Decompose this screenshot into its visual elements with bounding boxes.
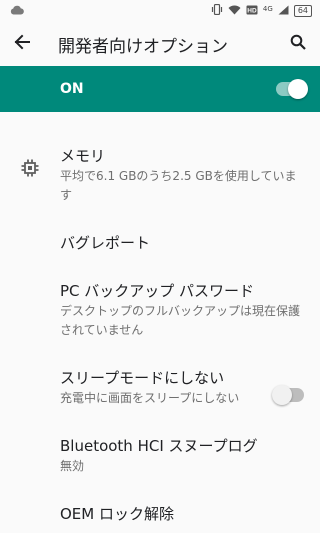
memory-chip-icon xyxy=(20,158,40,182)
battery-icon: 64 xyxy=(293,5,312,17)
setting-stay-awake[interactable]: スリープモードにしない 充電中に画面をスリープにしない xyxy=(0,354,320,422)
wifi-icon xyxy=(228,5,241,18)
svg-text:HD: HD xyxy=(247,7,257,14)
back-button[interactable] xyxy=(8,30,36,58)
setting-summary: 充電中に画面をスリープにしない xyxy=(60,391,240,405)
settings-list: メモリ 平均で6.1 GBのうち2.5 GBを使用しています バグレポート PC… xyxy=(0,112,320,533)
developer-options-master-switch[interactable]: ON xyxy=(0,66,320,112)
setting-memory[interactable]: メモリ 平均で6.1 GBのうち2.5 GBを使用しています xyxy=(0,132,320,219)
toggle-thumb xyxy=(272,385,292,405)
stay-awake-toggle[interactable] xyxy=(272,385,304,405)
signal-icon xyxy=(278,5,289,18)
vibrate-icon xyxy=(211,3,223,18)
setting-title: メモリ xyxy=(60,147,106,165)
setting-title: スリープモードにしない xyxy=(60,369,225,387)
hd-icon: HD xyxy=(246,5,258,18)
arrow-back-icon xyxy=(14,34,30,54)
setting-backup-password[interactable]: PC バックアップ パスワード デスクトップのフルバックアップは現在保護されてい… xyxy=(0,267,320,354)
search-icon xyxy=(290,34,306,54)
cloud-icon xyxy=(10,5,24,18)
page-title: 開発者向けオプション xyxy=(58,36,228,57)
setting-summary: 無効 xyxy=(60,459,85,473)
setting-summary: 平均で6.1 GBのうち2.5 GBを使用しています xyxy=(60,169,297,202)
setting-title: Bluetooth HCI スヌープログ xyxy=(60,437,258,455)
setting-oem-unlock[interactable]: OEM ロック解除 xyxy=(0,490,320,533)
app-bar: 開発者向けオプション xyxy=(0,22,320,66)
setting-title: PC バックアップ パスワード xyxy=(60,282,255,300)
master-switch-label: ON xyxy=(60,81,84,97)
setting-title: バグレポート xyxy=(60,234,151,252)
status-bar: HD 4G 64 xyxy=(0,0,320,22)
master-toggle[interactable] xyxy=(276,79,308,99)
setting-summary: デスクトップのフルバックアップは現在保護されていません xyxy=(60,304,301,337)
toggle-thumb xyxy=(288,79,308,99)
setting-bluetooth-hci-snoop-log[interactable]: Bluetooth HCI スヌープログ 無効 xyxy=(0,422,320,490)
setting-bug-report[interactable]: バグレポート xyxy=(0,219,320,267)
search-button[interactable] xyxy=(284,30,312,58)
network-type-label: 4G xyxy=(262,4,273,13)
setting-title: OEM ロック解除 xyxy=(60,505,174,523)
